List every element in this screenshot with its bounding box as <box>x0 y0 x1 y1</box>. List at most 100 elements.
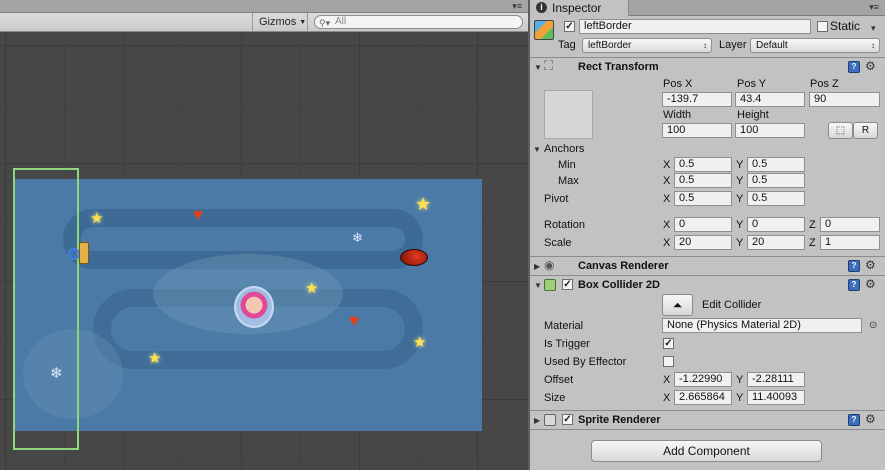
help-icon[interactable]: ? <box>848 414 860 426</box>
scale-z-label: Z <box>809 237 816 249</box>
rotation-z-field[interactable]: 0 <box>820 217 880 232</box>
help-icon[interactable]: ? <box>848 279 860 291</box>
rotation-y-field[interactable]: 0 <box>747 217 805 232</box>
gear-icon[interactable]: ⚙ <box>865 278 876 290</box>
anchor-min-y-field[interactable]: 0.5 <box>747 157 805 172</box>
gizmos-dropdown[interactable]: Gizmos ▼ <box>252 13 308 31</box>
size-y-field[interactable]: 11.40093 <box>747 390 805 405</box>
canvas-renderer-title: Canvas Renderer <box>578 260 669 272</box>
tab-inspector[interactable]: i Inspector <box>530 0 629 16</box>
box-collider-header[interactable]: ▼ ✓ Box Collider 2D ? ⚙ <box>530 276 885 294</box>
scale-x-field[interactable]: 20 <box>674 235 732 250</box>
size-label: Size <box>544 392 566 404</box>
star-sprite[interactable]: ★ <box>305 281 318 296</box>
pivot-y-field[interactable]: 0.5 <box>747 191 805 206</box>
search-placeholder: All <box>335 16 347 27</box>
add-component-button[interactable]: Add Component <box>591 440 822 462</box>
pos-z-field[interactable]: 90 <box>809 92 880 107</box>
gizmos-label: Gizmos <box>259 16 297 28</box>
gear-icon[interactable]: ⚙ <box>865 60 876 72</box>
player-character-sprite[interactable] <box>234 286 274 328</box>
fold-right-icon[interactable]: ▶ <box>534 416 540 426</box>
rotation-x-label: X <box>663 219 671 231</box>
offset-y-field[interactable]: -2.28111 <box>747 372 805 387</box>
help-icon[interactable]: ? <box>848 61 860 73</box>
inspector-panel: i Inspector ▾≡ ✓ leftBorder Static ▾ Tag… <box>530 0 885 470</box>
rect-transform-header[interactable]: ▼ ⛶ Rect Transform ? ⚙ <box>530 58 885 76</box>
object-name-field[interactable]: leftBorder <box>579 19 811 34</box>
anchor-max-y-field[interactable]: 0.5 <box>747 173 805 188</box>
ladybug-sprite[interactable] <box>400 249 428 266</box>
star-sprite[interactable]: ★ <box>90 211 103 226</box>
pivot-y-label: Y <box>736 193 744 205</box>
panel-menu-icon[interactable]: ▾≡ <box>869 2 879 13</box>
scene-toolbar: Gizmos ▼ ⚲▾ All <box>0 13 528 32</box>
width-field[interactable]: 100 <box>662 123 732 138</box>
scale-z-field[interactable]: 1 <box>820 235 880 250</box>
layer-value: Default <box>756 40 788 51</box>
offset-x-field[interactable]: -1.22990 <box>674 372 732 387</box>
help-icon[interactable]: ? <box>848 260 860 272</box>
active-checkbox[interactable]: ✓ <box>564 21 575 32</box>
min-y-label: Y <box>736 159 744 171</box>
anchor-min-x-field[interactable]: 0.5 <box>674 157 732 172</box>
tag-label: Tag <box>558 39 576 51</box>
anchor-presets-box[interactable] <box>544 90 593 139</box>
sprite-renderer-title: Sprite Renderer <box>578 414 661 426</box>
pos-y-field[interactable]: 43.4 <box>735 92 805 107</box>
anchor-max-x-field[interactable]: 0.5 <box>674 173 732 188</box>
scene-view[interactable]: ▾≡ Gizmos ▼ ⚲▾ All ★ ★ ★ ★ ★ ♥ ♥ ❄ ❄ <box>0 0 528 470</box>
snowflake-sprite[interactable]: ❄ <box>50 366 63 381</box>
rotation-label: Rotation <box>544 219 585 231</box>
scale-y-field[interactable]: 20 <box>747 235 805 250</box>
gear-icon[interactable]: ⚙ <box>865 413 876 425</box>
panel-menu-icon[interactable]: ▾≡ <box>512 1 522 12</box>
fold-right-icon[interactable]: ▶ <box>534 262 540 272</box>
scene-search-input[interactable]: ⚲▾ All <box>314 15 523 29</box>
edit-collider-button[interactable]: ⏶ <box>662 294 693 316</box>
material-field[interactable]: None (Physics Material 2D) <box>662 318 862 333</box>
search-icon: ⚲▾ <box>319 18 331 28</box>
size-x-field[interactable]: 2.665864 <box>674 390 732 405</box>
canvas-renderer-header[interactable]: ▶ ◉ Canvas Renderer ? ⚙ <box>530 257 885 275</box>
star-sprite[interactable]: ★ <box>413 335 426 350</box>
blueprint-mode-button[interactable]: ⬚ <box>828 122 853 139</box>
raw-edit-button[interactable]: R <box>853 122 878 139</box>
star-sprite[interactable]: ★ <box>415 195 431 213</box>
fold-down-icon[interactable]: ▼ <box>533 145 541 155</box>
selected-object-bounds[interactable] <box>13 168 79 450</box>
info-icon: i <box>536 2 547 13</box>
rotation-z-label: Z <box>809 219 816 231</box>
static-checkbox[interactable] <box>817 21 828 32</box>
box-collider-enabled-checkbox[interactable]: ✓ <box>562 279 573 290</box>
fold-down-icon[interactable]: ▼ <box>534 63 542 73</box>
height-field[interactable]: 100 <box>735 123 805 138</box>
heart-sprite[interactable]: ♥ <box>193 206 203 223</box>
used-by-effector-label: Used By Effector <box>544 356 627 368</box>
pos-x-field[interactable]: -139.7 <box>662 92 732 107</box>
tag-dropdown[interactable]: leftBorder ↕ <box>582 38 712 53</box>
sprite-renderer-enabled-checkbox[interactable]: ✓ <box>562 414 573 425</box>
pivot-x-field[interactable]: 0.5 <box>674 191 732 206</box>
snowflake-sprite[interactable]: ❄ <box>352 230 363 245</box>
chevron-down-icon[interactable]: ▾ <box>871 22 876 34</box>
layer-dropdown[interactable]: Default ↕ <box>750 38 880 53</box>
gear-icon[interactable]: ⚙ <box>865 259 876 271</box>
fold-down-icon[interactable]: ▼ <box>534 281 542 291</box>
pos-z-label: Pos Z <box>810 78 839 90</box>
object-picker-icon[interactable]: ⊙ <box>869 320 877 332</box>
tag-value: leftBorder <box>588 40 632 51</box>
rotation-x-field[interactable]: 0 <box>674 217 732 232</box>
star-sprite[interactable]: ★ <box>148 351 161 366</box>
scene-tab-strip: ▾≡ <box>0 0 528 13</box>
is-trigger-checkbox[interactable]: ✓ <box>663 338 674 349</box>
updown-icon: ↕ <box>871 41 875 50</box>
pivot-x-label: X <box>663 193 671 205</box>
anchors-label: Anchors <box>544 143 585 155</box>
heart-sprite[interactable]: ♥ <box>349 312 359 329</box>
min-x-label: X <box>663 159 671 171</box>
robot-sprite[interactable] <box>79 242 89 264</box>
sprite-renderer-icon <box>544 414 556 426</box>
sprite-renderer-header[interactable]: ▶ ✓ Sprite Renderer ? ⚙ <box>530 411 885 429</box>
used-by-effector-checkbox[interactable] <box>663 356 674 367</box>
